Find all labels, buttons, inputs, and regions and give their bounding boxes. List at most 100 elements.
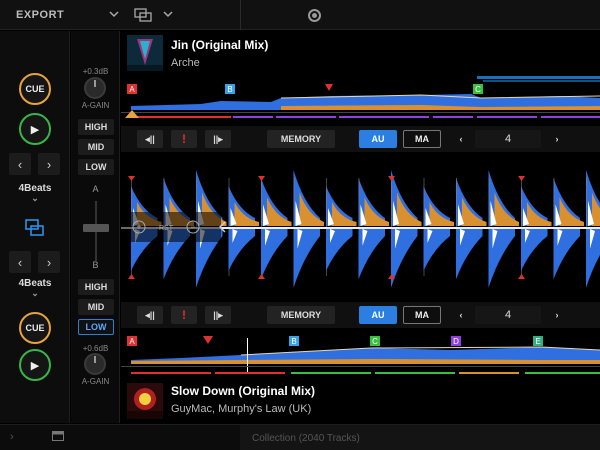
browser-bar: › Collection (2040 Tracks) [0, 424, 600, 450]
deck2-overview-waveform[interactable]: A B C D E [121, 330, 600, 378]
deck2-hotcue-d: D [453, 337, 459, 346]
play-icon: ▶ [30, 359, 40, 372]
deck2-jump-forward-button[interactable]: › [547, 306, 567, 324]
waveform-peak [553, 229, 580, 280]
exclamation-icon: ! [182, 308, 186, 322]
waveform-peak [423, 229, 450, 271]
collection-selector[interactable]: Collection (2040 Tracks) [240, 425, 600, 450]
deck1-alert-button[interactable]: ! [171, 130, 197, 148]
deck1-hotcue-c: C [475, 85, 481, 94]
deck1-gain-label: A-GAIN [81, 101, 110, 110]
deck2-gain-label: A-GAIN [81, 377, 110, 386]
deck2-ma-button[interactable]: MA [403, 306, 441, 324]
exclamation-icon: ! [182, 132, 186, 146]
chevron-down-icon: ⌄ [31, 288, 39, 298]
deck2-eq-low-button[interactable]: LOW [78, 319, 114, 335]
downbeat-marker [258, 274, 265, 279]
svg-text:−: − [190, 222, 195, 232]
deck1-eq-high-button[interactable]: HIGH [78, 119, 114, 135]
chevron-down-icon[interactable] [162, 8, 174, 20]
deck2-beat-grid-button[interactable]: ◂|| [137, 306, 163, 324]
deck1-ma-button[interactable]: MA [403, 130, 441, 148]
waveform-peak [358, 229, 385, 280]
waveform-peak [293, 229, 320, 288]
chevron-left-icon: ‹ [17, 254, 23, 270]
deck2-beat-grid-right-button[interactable]: ||▸ [205, 306, 231, 324]
deck1-eq-low-button[interactable]: LOW [78, 159, 114, 175]
deck1-beatjump-back-button[interactable]: ‹ [9, 153, 31, 175]
waveform-peak [521, 229, 548, 271]
waveform-peak [228, 229, 255, 271]
export-mode-label[interactable]: EXPORT [16, 9, 64, 21]
downbeat-marker [258, 176, 265, 181]
zoom-reset-button: RST [159, 225, 174, 232]
deck1-album-art [127, 35, 163, 71]
chevron-right-icon: › [46, 156, 52, 172]
deck2-track-title: Slow Down (Original Mix) [171, 384, 315, 398]
deck2-play-button[interactable]: ▶ [19, 349, 51, 381]
main-waveform[interactable]: + RST − [121, 156, 600, 298]
chevron-left-icon: ‹ [17, 156, 23, 172]
divider [240, 0, 241, 30]
deck1-gain-knob[interactable] [84, 77, 106, 99]
chevron-down-icon[interactable] [108, 8, 120, 20]
chevron-right-icon: › [555, 134, 559, 144]
deck-layout-icon[interactable] [134, 8, 152, 22]
deck2-hotcue-e: E [535, 337, 540, 346]
chevron-left-icon: ‹ [459, 134, 463, 144]
waveform-peak [488, 229, 515, 288]
browser-panel-icon[interactable] [52, 431, 64, 441]
deck2-beats-select[interactable]: 4Beats ⌄ [10, 278, 60, 298]
waveform-peak [456, 229, 483, 280]
downbeat-marker [518, 176, 525, 181]
chevron-down-icon: ⌄ [31, 193, 39, 203]
deck2-alert-button[interactable]: ! [171, 306, 197, 324]
deck1-playhead-marker [325, 84, 333, 91]
grid-left-icon: ◂|| [145, 309, 155, 320]
crossfader-label-a: A [92, 184, 99, 194]
play-icon: ▶ [30, 123, 40, 136]
deck1-beatjump-forward-button[interactable]: › [38, 153, 60, 175]
chevron-right-icon: › [46, 254, 52, 270]
mixer-column: +0.3dB A-GAIN HIGH MID LOW A B HIGH MID … [71, 31, 120, 423]
deck2-gain-value: +0.6dB [82, 344, 109, 353]
deck2-control-row: ◂|| ! ||▸ MEMORY AU MA ‹ 4 › [121, 302, 600, 328]
deck2-playhead-marker [203, 336, 213, 344]
sync-icon[interactable] [25, 219, 45, 237]
collection-label: Collection (2040 Tracks) [252, 433, 360, 444]
deck1-eq-mid-button[interactable]: MID [78, 139, 114, 155]
deck1-gain-value: +0.3dB [82, 67, 109, 76]
deck2-memory-button[interactable]: MEMORY [267, 306, 335, 324]
chevron-right-icon: › [555, 310, 559, 320]
deck2-jump-back-button[interactable]: ‹ [451, 306, 471, 324]
deck1-au-button[interactable]: AU [359, 130, 397, 148]
deck1-beats-select[interactable]: 4Beats ⌄ [10, 183, 60, 203]
deck1-jump-back-button[interactable]: ‹ [451, 130, 471, 148]
deck1-jump-forward-button[interactable]: › [547, 130, 567, 148]
deck2-album-art [127, 383, 163, 419]
deck1-play-button[interactable]: ▶ [19, 113, 51, 145]
deck2-eq-high-button[interactable]: HIGH [78, 279, 114, 295]
deck2-beat-jump-value: 4 [475, 306, 541, 324]
deck1-overview-waveform[interactable]: A B C [121, 76, 600, 126]
deck1-memory-button[interactable]: MEMORY [267, 130, 335, 148]
crossfader-label-b: B [92, 260, 99, 270]
deck1-track-title: Jin (Original Mix) [171, 38, 269, 52]
chevron-right-icon[interactable]: › [10, 431, 14, 443]
deck2-au-button[interactable]: AU [359, 306, 397, 324]
deck1-cue-button[interactable]: CUE [19, 73, 51, 105]
deck1-beat-grid-right-button[interactable]: ||▸ [205, 130, 231, 148]
crossfader-handle[interactable] [83, 224, 109, 232]
deck1-beat-grid-button[interactable]: ◂|| [137, 130, 163, 148]
transport-column: CUE ▶ ‹ › 4Beats ⌄ ‹ › 4Beats ⌄ CUE ▶ [0, 31, 70, 423]
record-icon[interactable] [308, 9, 321, 22]
deck2-gain-knob[interactable] [84, 353, 106, 375]
grid-right-icon: ||▸ [213, 133, 223, 144]
deck1-beat-jump-value: 4 [475, 130, 541, 148]
deck2-cue-button[interactable]: CUE [19, 312, 51, 344]
deck2-beatjump-back-button[interactable]: ‹ [9, 251, 31, 273]
deck1-hotcue-a: A [129, 85, 135, 94]
deck2-beatjump-forward-button[interactable]: › [38, 251, 60, 273]
grid-right-icon: ||▸ [213, 309, 223, 320]
deck2-eq-mid-button[interactable]: MID [78, 299, 114, 315]
